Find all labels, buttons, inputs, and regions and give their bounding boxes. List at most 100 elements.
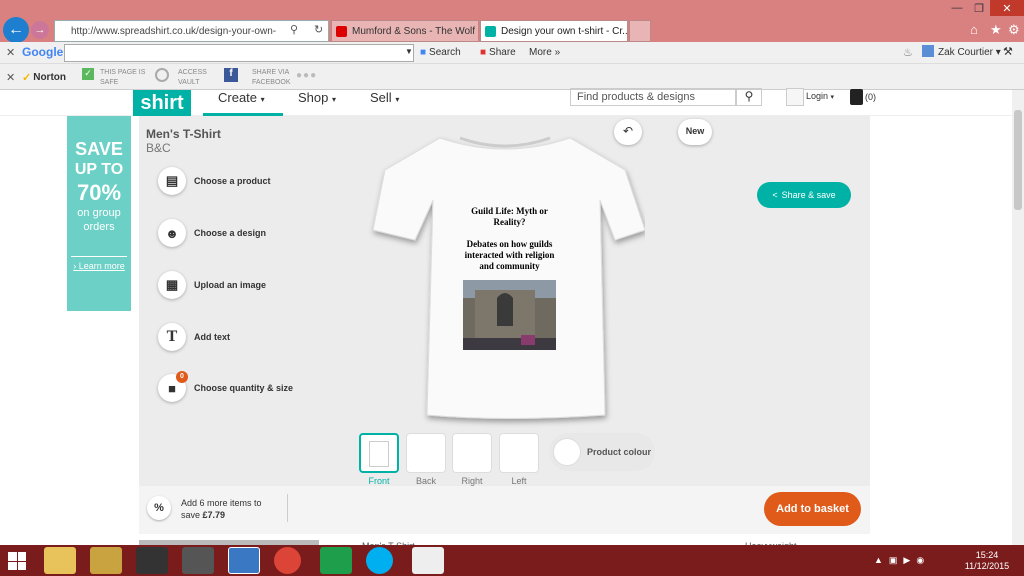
clock[interactable]: 15:24 11/12/2015: [962, 550, 1012, 572]
google-search-button[interactable]: ■ Search: [420, 47, 461, 58]
tool-add-text[interactable]: T Add text: [158, 323, 230, 351]
user-icon: [786, 88, 804, 106]
minimize-button[interactable]: —: [946, 0, 968, 16]
google-user-menu[interactable]: Zak Courtier ▾: [938, 47, 1001, 58]
vault-icon: [155, 68, 169, 82]
menu-sell[interactable]: Sell ▾: [370, 90, 399, 105]
media-player-icon[interactable]: [136, 547, 168, 574]
login-link[interactable]: Login ▾: [806, 91, 834, 101]
bell-icon[interactable]: ♨: [903, 46, 913, 59]
share-save-button[interactable]: < Share & save: [757, 182, 851, 208]
design-body-text[interactable]: Debates on how guilds interacted with re…: [457, 239, 562, 272]
share-save-label: Share & save: [781, 190, 836, 200]
menu-shop[interactable]: Shop ▾: [298, 90, 336, 105]
norton-check-icon: ✓: [22, 71, 32, 84]
start-button[interactable]: [8, 552, 26, 570]
more-dots-icon[interactable]: ●●●: [296, 70, 317, 81]
search-icon[interactable]: ⚲: [736, 88, 762, 106]
add-to-basket-button[interactable]: Add to basket: [764, 492, 861, 526]
view-right-label[interactable]: Right: [452, 476, 492, 486]
product-title: Men's T-Shirt: [146, 127, 221, 141]
chevron-down-icon[interactable]: ▼: [405, 47, 413, 56]
view-front-thumb[interactable]: [359, 433, 399, 473]
tab-mumford[interactable]: Mumford & Sons - The Wolf - ...: [331, 20, 479, 42]
norton-toolbar: [0, 64, 1024, 90]
spreadshirt-favicon: [485, 26, 496, 37]
quantity-badge: 0: [176, 371, 188, 383]
system-tray-icons[interactable]: ▲▣▶◉: [874, 555, 930, 566]
google-share-button[interactable]: ■ Share: [480, 47, 516, 58]
spreadshirt-logo[interactable]: shirt: [133, 90, 191, 116]
facebook-icon: f: [224, 68, 238, 82]
forward-button[interactable]: →: [31, 21, 49, 39]
product-colour-button[interactable]: Product colour: [549, 433, 655, 471]
close-toolbar-icon[interactable]: ✕: [6, 46, 15, 59]
basket-count: (0): [865, 92, 876, 102]
view-back-thumb[interactable]: [406, 433, 446, 473]
share-icon: ■: [480, 47, 487, 58]
new-design-button[interactable]: New: [678, 119, 712, 145]
view-right-thumb[interactable]: [452, 433, 492, 473]
internet-explorer-icon[interactable]: [228, 547, 260, 574]
favorites-icon[interactable]: ★: [990, 22, 1002, 38]
product-colour-label: Product colour: [587, 447, 652, 457]
chrome-icon[interactable]: [274, 547, 301, 574]
google-more-button[interactable]: More »: [529, 47, 560, 58]
group-order-promo[interactable]: SAVE UP TO 70% on group orders › Learn m…: [67, 116, 131, 311]
more-label: More: [529, 47, 552, 58]
tab-label: Design your own t-shirt - Cr...: [501, 25, 628, 37]
norton-logo[interactable]: ✓ Norton: [22, 68, 72, 86]
view-left-label[interactable]: Left: [499, 476, 539, 486]
tool-upload-image[interactable]: ▦ Upload an image: [158, 271, 266, 299]
view-back-label[interactable]: Back: [406, 476, 446, 486]
close-toolbar-icon[interactable]: ✕: [6, 71, 15, 84]
view-left-thumb[interactable]: [499, 433, 539, 473]
close-window-button[interactable]: ✕: [990, 0, 1024, 16]
google-search-input[interactable]: [64, 44, 414, 62]
design-title-text[interactable]: Guild Life: Myth or Reality?: [457, 206, 562, 228]
refresh-icon[interactable]: ↻: [314, 23, 323, 36]
image-upload-icon: ▦: [158, 271, 186, 299]
divider: [287, 494, 288, 522]
home-icon[interactable]: ⌂: [970, 22, 978, 37]
youtube-icon: [336, 26, 347, 37]
search-label: Search: [429, 47, 461, 58]
basket-icon[interactable]: [850, 89, 863, 105]
tool-quantity-size[interactable]: ■ 0 Choose quantity & size: [158, 371, 293, 402]
url-text: http://www.spreadshirt.co.uk/design-your…: [71, 25, 277, 37]
app-icon[interactable]: [90, 547, 122, 574]
restore-button[interactable]: ❐: [968, 0, 990, 16]
menu-create[interactable]: Create ▾: [218, 90, 265, 105]
norton-label: Norton: [33, 71, 66, 83]
address-bar[interactable]: http://www.spreadshirt.co.uk/design-your…: [54, 20, 329, 42]
church-photo[interactable]: [463, 280, 556, 350]
tab-design-tshirt[interactable]: Design your own t-shirt - Cr...: [480, 20, 628, 42]
tshirt-stack-icon: ▤: [158, 167, 186, 195]
wrench-icon[interactable]: ⚒: [1003, 45, 1013, 58]
back-button[interactable]: ←: [3, 17, 29, 43]
site-search-input[interactable]: Find products & designs: [570, 88, 736, 106]
google-g-icon: ■: [420, 47, 427, 58]
tool-choose-design[interactable]: ☻ Choose a design: [158, 219, 266, 247]
tool-app-icon[interactable]: [182, 547, 214, 574]
learn-more-link[interactable]: › Learn more: [71, 256, 127, 271]
share-icon: <: [772, 190, 778, 200]
safe-check-icon: ✓: [82, 68, 94, 80]
store-icon[interactable]: [320, 547, 352, 574]
skype-icon[interactable]: [366, 547, 393, 574]
view-front-label[interactable]: Front: [359, 476, 399, 486]
scrollbar[interactable]: [1012, 90, 1024, 545]
new-tab-button[interactable]: [629, 20, 651, 42]
settings-gear-icon[interactable]: ⚙: [1008, 22, 1020, 38]
tshirt-thumb-icon: [369, 441, 389, 467]
savings-message: Add 6 more items to save £7.79: [181, 498, 262, 520]
file-explorer-icon[interactable]: [44, 547, 76, 574]
tool-choose-product[interactable]: ▤ Choose a product: [158, 167, 271, 195]
tab-label: Mumford & Sons - The Wolf - ...: [352, 25, 479, 37]
notepad-icon[interactable]: [412, 547, 444, 574]
search-icon[interactable]: ⚲: [290, 23, 298, 36]
scrollbar-thumb[interactable]: [1014, 110, 1022, 210]
text-icon: T: [158, 323, 186, 351]
access-vault-button[interactable]: ACCESS VAULT: [178, 68, 207, 88]
share-facebook-button[interactable]: SHARE VIA FACEBOOK: [252, 68, 291, 88]
